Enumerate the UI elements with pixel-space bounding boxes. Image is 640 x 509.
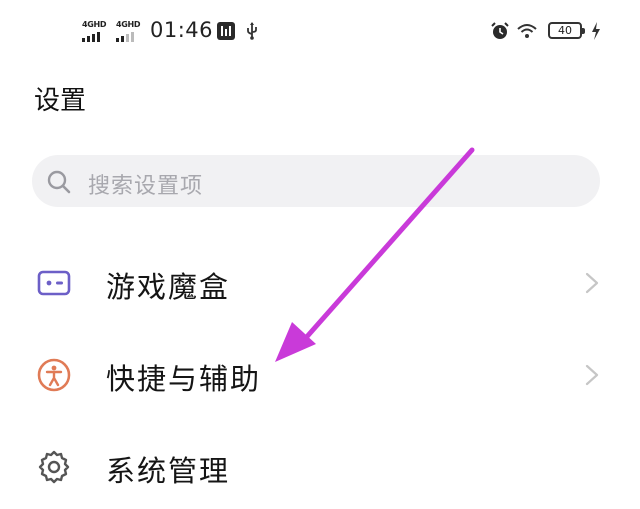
menu-item-label: 快捷与辅助 bbox=[106, 362, 262, 396]
chevron-right-icon bbox=[585, 272, 599, 294]
battery-icon: 40 bbox=[548, 22, 585, 39]
network-speed-icon bbox=[217, 22, 235, 40]
menu-item-game-box[interactable]: 游戏魔盒 bbox=[0, 241, 640, 325]
status-time: 01:46 bbox=[150, 18, 214, 42]
sim2-signal-icon: 4GHD bbox=[116, 20, 146, 42]
sim1-network-type: 4GHD bbox=[82, 20, 107, 29]
chevron-right-icon bbox=[585, 364, 599, 386]
menu-item-label: 系统管理 bbox=[106, 454, 231, 488]
alarm-icon bbox=[491, 22, 509, 39]
accessibility-icon bbox=[37, 358, 71, 392]
sim1-signal-icon: 4GHD bbox=[82, 20, 112, 42]
page-title: 设置 bbox=[34, 86, 87, 116]
sim2-network-type: 4GHD bbox=[116, 20, 141, 29]
gear-icon bbox=[38, 450, 70, 484]
status-bar: 4GHD 4GHD 01:46 40 bbox=[0, 0, 640, 62]
wifi-icon bbox=[517, 24, 537, 38]
game-box-icon bbox=[37, 270, 71, 296]
usb-icon bbox=[247, 22, 257, 40]
menu-item-system-management[interactable]: 系统管理 bbox=[0, 425, 640, 509]
charging-icon bbox=[592, 22, 600, 40]
search-icon bbox=[47, 170, 71, 194]
menu-item-label: 游戏魔盒 bbox=[106, 270, 231, 304]
search-placeholder: 搜索设置项 bbox=[88, 174, 204, 199]
menu-item-shortcuts-accessibility[interactable]: 快捷与辅助 bbox=[0, 333, 640, 417]
